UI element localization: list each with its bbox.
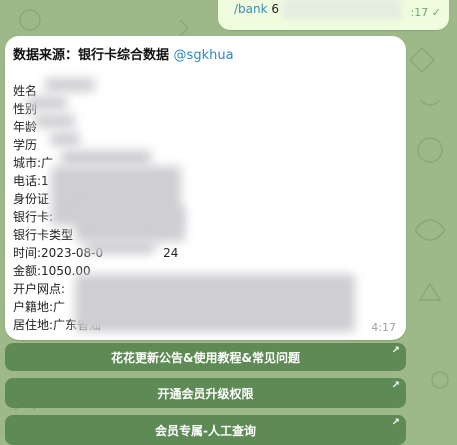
outgoing-message[interactable]: /bank 6 :17 ✓: [218, 0, 449, 30]
field-branch: 开户网点:: [13, 282, 66, 296]
manual-query-button[interactable]: 会员专属-人工查询 ↗: [5, 415, 406, 445]
outgoing-time: :17 ✓: [411, 6, 441, 19]
source-label: 数据来源：银行卡综合数据: [13, 48, 170, 63]
redaction-patch: [85, 240, 155, 254]
bot-reply-message[interactable]: 数据来源：银行卡综合数据 @sgkhua 姓名 性别 年龄 学历 城市:广 电话…: [5, 36, 406, 340]
source-header: 数据来源：银行卡综合数据 @sgkhua: [13, 44, 234, 63]
button-label: 会员专属-人工查询: [155, 423, 256, 438]
field-hometown: 户籍地:广: [13, 300, 66, 314]
mention-link[interactable]: @sgkhua: [174, 48, 234, 63]
arrow-up-right-icon: ↗: [391, 345, 400, 356]
field-phone: 电话:1: [13, 174, 49, 188]
double-check-icon: ✓: [431, 6, 441, 19]
field-id-number: 身份证: [13, 192, 50, 206]
redaction-patch: [45, 78, 95, 92]
button-label: 花花更新公告&使用教程&常见问题: [111, 350, 300, 365]
button-label: 开通会员升级权限: [157, 386, 254, 401]
redaction-patch: [75, 206, 185, 242]
field-education: 学历: [13, 138, 38, 152]
redaction-patch: [35, 114, 75, 128]
redaction-patch: [27, 96, 67, 110]
command-name: /bank: [234, 2, 268, 16]
arrow-up-right-icon: ↗: [391, 417, 400, 428]
redacted-argument: [282, 0, 402, 19]
arrow-up-right-icon: ↗: [391, 380, 400, 391]
message-timestamp: 4:17: [371, 321, 396, 334]
announcement-button[interactable]: 花花更新公告&使用教程&常见问题 ↗: [5, 343, 406, 371]
field-age: 年龄: [13, 120, 38, 134]
redaction-patch: [50, 132, 80, 146]
command-argument: 6: [271, 2, 280, 16]
redaction-patch: [61, 150, 151, 166]
redaction-patch: [75, 274, 355, 332]
field-card-type: 银行卡类型: [13, 228, 74, 242]
field-bank-card: 银行卡:: [13, 210, 54, 224]
command-text: /bank 6: [234, 2, 279, 16]
membership-upgrade-button[interactable]: 开通会员升级权限 ↗: [5, 378, 406, 408]
field-city: 城市:广: [13, 156, 54, 170]
outgoing-timestamp: :17: [410, 6, 429, 19]
